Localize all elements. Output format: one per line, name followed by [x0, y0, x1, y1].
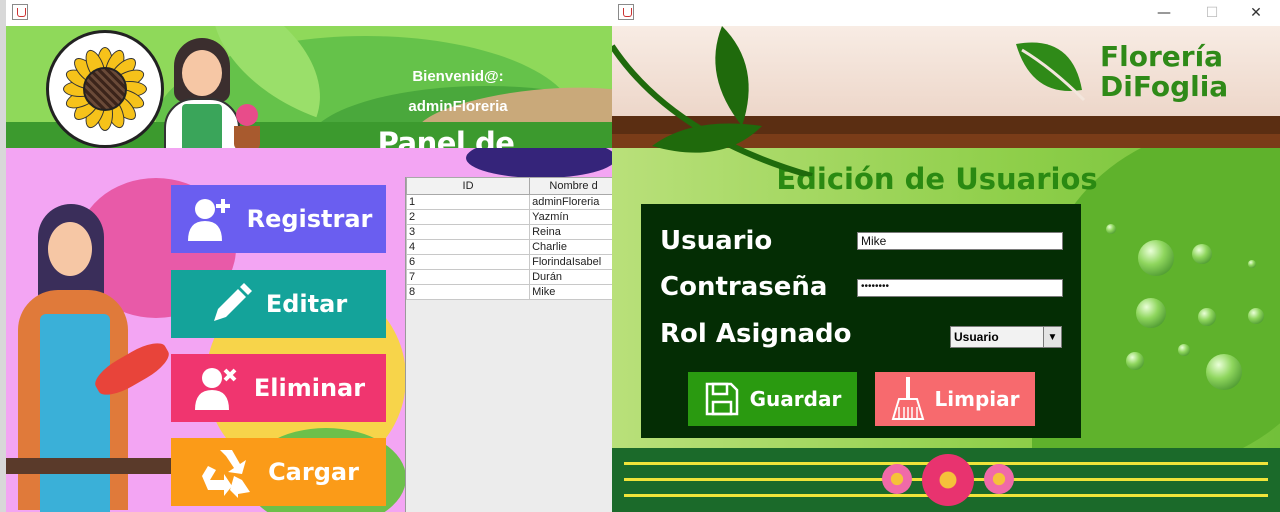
welcome-greeting: Bienvenid@:	[412, 68, 504, 85]
cell-id[interactable]: 8	[406, 284, 531, 300]
cell-nombre[interactable]: FlorindaIsabel	[529, 254, 612, 270]
panel-title: Panel de Admins	[377, 126, 515, 148]
column-header-id[interactable]: ID	[406, 177, 531, 195]
contrasena-label: Contraseña	[660, 272, 828, 302]
registrar-button[interactable]: Registrar	[171, 185, 386, 253]
cargar-label: Cargar	[268, 458, 359, 486]
table-row[interactable]: 4 Charlie	[406, 239, 612, 255]
table-row[interactable]: 2 Yazmín	[406, 209, 612, 225]
registrar-label: Registrar	[246, 205, 373, 233]
cell-id[interactable]: 4	[406, 239, 531, 255]
guardar-button[interactable]: Guardar	[688, 372, 857, 426]
table-row[interactable]: 1 adminFloreria	[406, 194, 612, 210]
users-table[interactable]: ID Nombre d 1 adminFloreria 2 Yazmín 3 Reina 4…	[406, 177, 612, 300]
usuario-input[interactable]: Mike	[857, 232, 1063, 250]
admin-header: Bienvenid@: adminFloreria Panel de Admin…	[6, 26, 612, 148]
table-row[interactable]: 3 Reina	[406, 224, 612, 240]
eliminar-button[interactable]: Eliminar	[171, 354, 386, 422]
form-area: Edición de Usuarios Usuario Mike Contras…	[612, 148, 1280, 448]
cell-nombre[interactable]: adminFloreria	[529, 194, 612, 210]
cell-id[interactable]: 1	[406, 194, 531, 210]
minimize-button[interactable]: —	[1144, 0, 1184, 26]
admin-panel-window: Bienvenid@: adminFloreria Panel de Admin…	[0, 0, 612, 512]
decorative-footer	[612, 448, 1280, 512]
floppy-disk-icon	[705, 382, 738, 416]
rol-selected-value: Usuario	[954, 330, 999, 344]
guardar-label: Guardar	[749, 387, 842, 411]
eliminar-label: Eliminar	[253, 374, 366, 402]
user-form: Usuario Mike Contraseña •••••••• Rol Asi…	[641, 204, 1081, 438]
editar-button[interactable]: Editar	[171, 270, 386, 338]
limpiar-label: Limpiar	[934, 387, 1020, 411]
java-app-icon	[618, 4, 634, 20]
editar-label: Editar	[265, 290, 348, 318]
cell-id[interactable]: 2	[406, 209, 531, 225]
user-edit-window: — ☐ ✕ Florería DiFoglia Edición de Usuar…	[612, 0, 1280, 512]
table-row[interactable]: 6 FlorindaIsabel	[406, 254, 612, 270]
close-button[interactable]: ✕	[1236, 0, 1276, 26]
remove-user-icon	[194, 368, 237, 410]
cell-nombre[interactable]: Charlie	[529, 239, 612, 255]
column-header-nombre[interactable]: Nombre d	[529, 177, 612, 195]
cell-nombre[interactable]: Yazmín	[529, 209, 612, 225]
vine-decoration	[612, 26, 813, 176]
cell-nombre[interactable]: Mike	[529, 284, 612, 300]
pencil-icon	[213, 283, 252, 321]
maximize-button[interactable]: ☐	[1192, 0, 1232, 26]
cell-id[interactable]: 6	[406, 254, 531, 270]
sunflower-logo	[46, 30, 164, 148]
sunflower-center	[83, 67, 127, 111]
usuario-label: Usuario	[660, 226, 773, 256]
contrasena-input[interactable]: ••••••••	[857, 279, 1063, 297]
users-table-scrollpane[interactable]: ID Nombre d 1 adminFloreria 2 Yazmín 3 Reina 4…	[405, 177, 612, 512]
dropdown-arrow-icon[interactable]: ▼	[1043, 327, 1061, 347]
recycle-icon	[202, 450, 251, 498]
broom-icon	[891, 377, 924, 420]
table-row[interactable]: 8 Mike	[406, 284, 612, 300]
add-user-icon	[187, 199, 230, 241]
right-title-bar: — ☐ ✕	[612, 0, 1280, 26]
table-row[interactable]: 7 Durán	[406, 269, 612, 285]
cell-nombre[interactable]: Durán	[529, 269, 612, 285]
java-app-icon	[12, 4, 28, 20]
gardener-avatar-icon	[164, 38, 264, 148]
cell-id[interactable]: 7	[406, 269, 531, 285]
rol-select[interactable]: Usuario ▼	[950, 326, 1062, 348]
cell-id[interactable]: 3	[406, 224, 531, 240]
cargar-button[interactable]: Cargar	[171, 438, 386, 506]
welcome-text: Bienvenid@: adminFloreria	[364, 62, 552, 122]
rol-label: Rol Asignado	[660, 319, 852, 349]
cell-nombre[interactable]: Reina	[529, 224, 612, 240]
left-title-bar	[6, 0, 612, 26]
logged-user-name: adminFloreria	[408, 98, 508, 115]
limpiar-button[interactable]: Limpiar	[875, 372, 1035, 426]
